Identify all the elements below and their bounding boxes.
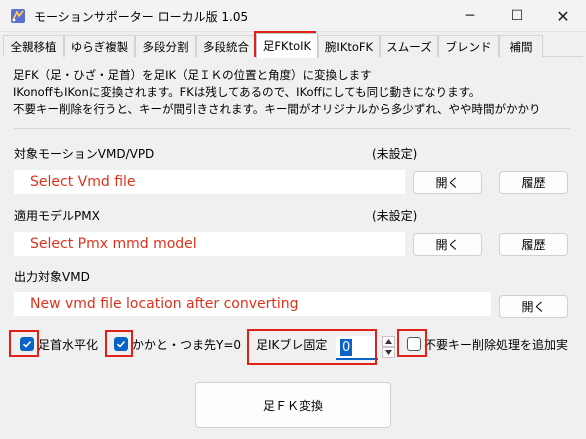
chevron-down-icon bbox=[385, 350, 392, 355]
tab-tadan-bunkatsu[interactable]: 多段分割 bbox=[135, 35, 196, 57]
window-title: モーションサポーター ローカル版 1.05 bbox=[34, 10, 249, 24]
tab-smooth[interactable]: スムーズ bbox=[380, 35, 438, 57]
minimize-icon: ─ bbox=[465, 8, 475, 24]
motion-file-input[interactable]: Select Vmd file bbox=[14, 170, 405, 194]
title-bar: モーションサポーター ローカル版 1.05 ─ ☐ ✕ bbox=[0, 0, 586, 32]
ik-fix-number-input[interactable]: 0 bbox=[336, 336, 378, 360]
minimize-button[interactable]: ─ bbox=[447, 0, 493, 32]
description-line: IKonoffもIKonに変換されます。FKは残してあるので、IKoffにしても… bbox=[13, 85, 481, 99]
tab-bar: 全親移植 ゆらぎ複製 多段分割 多段統合 足FKtoIK 腕IKtoFK スムー… bbox=[3, 33, 583, 58]
motion-open-button[interactable]: 開く bbox=[413, 171, 482, 194]
model-open-button[interactable]: 開く bbox=[413, 233, 482, 256]
motion-history-button[interactable]: 履歴 bbox=[499, 171, 568, 194]
tab-leg-fk-to-ik[interactable]: 足FKtoIK bbox=[256, 33, 318, 58]
app-icon bbox=[11, 9, 25, 23]
ik-fix-value: 0 bbox=[340, 339, 353, 356]
tab-interpolation[interactable]: 補間 bbox=[499, 35, 543, 57]
description-text: 足FK（足・ひざ・足首）を足IK（足ＩＫの位置と角度）に変換します IKonof… bbox=[13, 67, 583, 121]
model-file-input[interactable]: Select Pmx mmd model bbox=[14, 232, 405, 256]
checkmark-icon bbox=[116, 340, 126, 348]
model-file-label: 適用モデルPMX bbox=[14, 209, 100, 223]
checkmark-icon bbox=[22, 340, 32, 348]
output-file-input[interactable]: New vmd file location after converting bbox=[14, 292, 491, 316]
model-file-status: (未設定) bbox=[372, 209, 418, 223]
tab-yuragi-fukusei[interactable]: ゆらぎ複製 bbox=[64, 35, 135, 57]
heel-toe-checkbox[interactable] bbox=[114, 337, 128, 351]
output-open-button[interactable]: 開く bbox=[499, 295, 568, 318]
motion-file-label: 対象モーションVMD/VPD bbox=[14, 147, 155, 161]
ik-fix-label: 足IKブレ固定 bbox=[256, 338, 328, 352]
tab-arm-ik-to-fk[interactable]: 腕IKtoFK bbox=[318, 35, 380, 57]
motion-file-status: (未設定) bbox=[372, 147, 418, 161]
convert-button[interactable]: 足ＦＫ変換 bbox=[195, 382, 391, 428]
maximize-icon: ☐ bbox=[510, 8, 524, 24]
model-history-button[interactable]: 履歴 bbox=[499, 233, 568, 256]
ankle-horizontal-label: 足首水平化 bbox=[38, 338, 99, 352]
close-icon: ✕ bbox=[556, 6, 570, 26]
description-line: 不要キー削除を行うと、キーが間引きされます。キー間がオリジナルから多少ずれ、やや… bbox=[13, 102, 541, 116]
section-divider bbox=[14, 128, 570, 129]
tab-zenoya-ishoku[interactable]: 全親移植 bbox=[3, 35, 64, 57]
tab-blend[interactable]: ブレンド bbox=[438, 35, 499, 57]
chevron-up-icon bbox=[385, 339, 392, 344]
description-line: 足FK（足・ひざ・足首）を足IK（足ＩＫの位置と角度）に変換します bbox=[13, 68, 372, 82]
ankle-horizontal-checkbox[interactable] bbox=[20, 337, 34, 351]
remove-keys-label: 不要キー削除処理を追加実 bbox=[424, 338, 569, 352]
heel-toe-label: かかと・つま先Y=0 bbox=[132, 338, 242, 352]
close-button[interactable]: ✕ bbox=[540, 0, 586, 32]
tab-tadan-tougou[interactable]: 多段統合 bbox=[196, 35, 256, 57]
maximize-button[interactable]: ☐ bbox=[494, 0, 540, 32]
remove-keys-checkbox[interactable] bbox=[407, 337, 421, 351]
spin-down-button[interactable] bbox=[382, 347, 395, 358]
output-file-label: 出力対象VMD bbox=[14, 270, 90, 284]
spin-up-button[interactable] bbox=[382, 336, 395, 347]
